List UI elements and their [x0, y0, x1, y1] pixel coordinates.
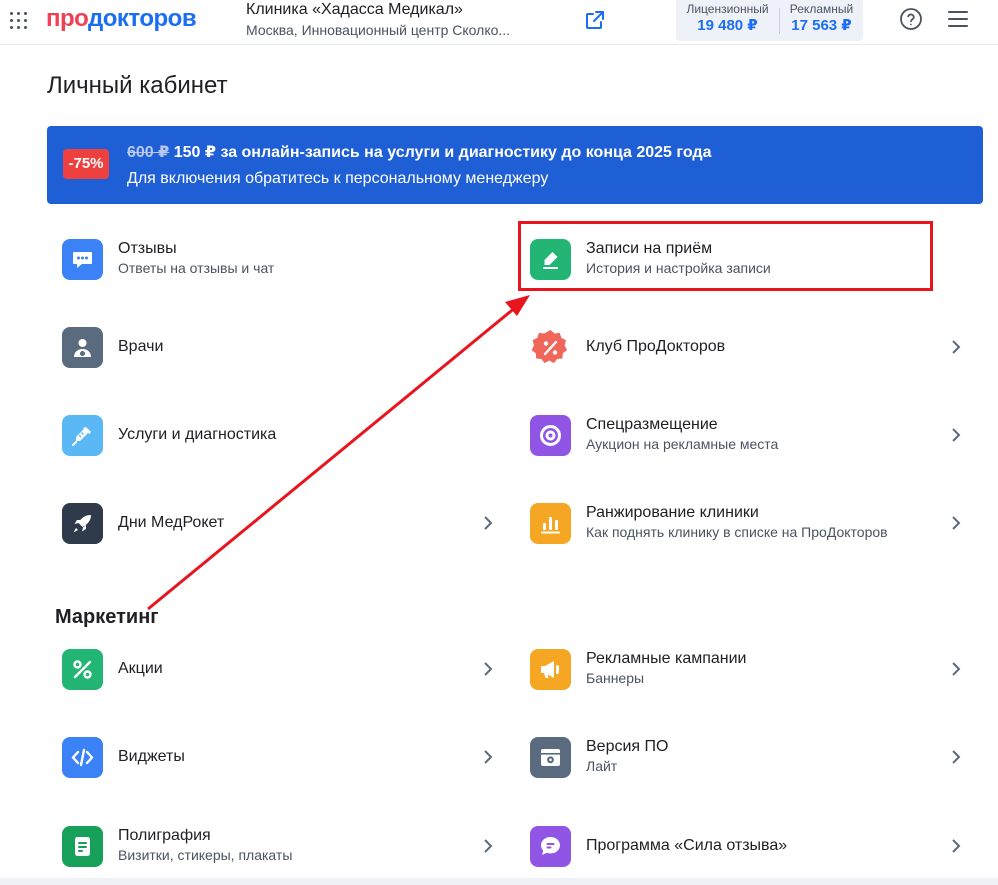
- top-header: продокторов Клиника «Хадасса Медикал» Мо…: [0, 0, 998, 45]
- hamburger-menu-icon[interactable]: [948, 10, 968, 28]
- item-subtitle: Аукцион на рекламные места: [586, 436, 779, 452]
- logo-part1: про: [46, 5, 89, 32]
- megaphone-icon: [530, 649, 571, 690]
- chevron-right-icon: [952, 428, 961, 442]
- menu-item-ranking[interactable]: Ранжирование клиники Как поднять клинику…: [530, 493, 966, 553]
- bar-chart-icon: [530, 503, 571, 544]
- item-title: Спецразмещение: [586, 416, 718, 433]
- item-title: Услуги и диагностика: [118, 426, 277, 443]
- clinic-address: Москва, Инновационный центр Сколко...: [246, 22, 511, 38]
- chevron-right-icon: [952, 839, 961, 853]
- menu-item-widgets[interactable]: Виджеты: [62, 727, 498, 787]
- syringe-icon: [62, 415, 103, 456]
- promo-banner[interactable]: -75% 600 ₽ 150 ₽ за онлайн-запись на усл…: [47, 126, 983, 204]
- license-balance: Лицензионный 19 480 ₽: [676, 2, 779, 36]
- item-title: Дни МедРокет: [118, 514, 225, 531]
- item-title: Виджеты: [118, 748, 185, 765]
- item-subtitle: Баннеры: [586, 670, 645, 686]
- item-title: Рекламные кампании: [586, 650, 747, 667]
- document-icon: [62, 826, 103, 867]
- speech-bubble-icon: [530, 826, 571, 867]
- item-title: Полиграфия: [118, 827, 211, 844]
- rocket-icon: [62, 503, 103, 544]
- section-title-marketing: Маркетинг: [55, 606, 159, 628]
- menu-item-feedback-power[interactable]: Программа «Сила отзыва»: [530, 816, 966, 876]
- item-subtitle: Визитки, стикеры, плакаты: [118, 847, 293, 863]
- chevron-right-icon: [952, 750, 961, 764]
- external-link-icon[interactable]: [584, 9, 606, 31]
- menu-item-special-placement[interactable]: Спецразмещение Аукцион на рекламные мест…: [530, 405, 966, 465]
- item-title: Врачи: [118, 338, 164, 355]
- code-icon: [62, 737, 103, 778]
- ads-balance: Рекламный 17 563 ₽: [780, 2, 863, 36]
- page-title: Личный кабинет: [47, 72, 228, 99]
- banner-subtext: Для включения обратитесь к персональному…: [127, 170, 549, 187]
- item-subtitle: Как поднять клинику в списке на ПроДокто…: [586, 524, 888, 540]
- discount-badge-icon: [530, 327, 571, 368]
- target-icon: [530, 415, 571, 456]
- menu-item-printing[interactable]: Полиграфия Визитки, стикеры, плакаты: [62, 816, 498, 876]
- help-icon[interactable]: [899, 7, 923, 31]
- bottom-strip: [0, 878, 998, 885]
- item-title: Программа «Сила отзыва»: [586, 837, 788, 854]
- item-title: Отзывы: [118, 240, 177, 257]
- annotation-highlight-box: [518, 221, 933, 291]
- item-title: Ранжирование клиники: [586, 504, 759, 521]
- clinic-name[interactable]: Клиника «Хадасса Медикал»: [246, 1, 463, 19]
- item-subtitle: Лайт: [586, 758, 618, 774]
- banner-headline-text: 150 ₽ за онлайн-запись на услуги и диагн…: [169, 144, 712, 161]
- chevron-right-icon: [952, 662, 961, 676]
- menu-item-promos[interactable]: Акции: [62, 639, 498, 699]
- menu-item-services[interactable]: Услуги и диагностика: [62, 405, 498, 465]
- apps-grid-icon[interactable]: [8, 10, 28, 30]
- item-title: Версия ПО: [586, 738, 669, 755]
- chevron-right-icon: [484, 839, 493, 853]
- logo[interactable]: продокторов: [46, 5, 197, 32]
- menu-item-doctors[interactable]: Врачи: [62, 317, 498, 377]
- doctor-icon: [62, 327, 103, 368]
- menu-item-software-version[interactable]: Версия ПО Лайт: [530, 727, 966, 787]
- percent-icon: [62, 649, 103, 690]
- settings-window-icon: [530, 737, 571, 778]
- chevron-right-icon: [484, 662, 493, 676]
- menu-item-campaigns[interactable]: Рекламные кампании Баннеры: [530, 639, 966, 699]
- chevron-right-icon: [484, 750, 493, 764]
- old-price: 600 ₽: [127, 144, 170, 161]
- logo-part2: докторов: [88, 5, 197, 32]
- license-value: 19 480 ₽: [697, 17, 758, 34]
- license-label: Лицензионный: [686, 2, 769, 16]
- ads-value: 17 563 ₽: [791, 17, 852, 34]
- ads-label: Рекламный: [789, 2, 854, 16]
- menu-item-club[interactable]: Клуб ПроДокторов: [530, 317, 966, 377]
- item-title: Акции: [118, 660, 163, 677]
- balances-panel[interactable]: Лицензионный 19 480 ₽ Рекламный 17 563 ₽: [676, 0, 863, 41]
- chevron-right-icon: [952, 516, 961, 530]
- discount-badge: -75%: [63, 149, 109, 179]
- chevron-right-icon: [484, 516, 493, 530]
- banner-headline: 600 ₽ 150 ₽ за онлайн-запись на услуги и…: [127, 143, 711, 163]
- menu-item-reviews[interactable]: Отзывы Ответы на отзывы и чат: [62, 229, 498, 289]
- item-subtitle: Ответы на отзывы и чат: [118, 260, 275, 276]
- chevron-right-icon: [952, 340, 961, 354]
- item-title: Клуб ПроДокторов: [586, 338, 726, 355]
- chat-icon: [62, 239, 103, 280]
- menu-item-medrocket[interactable]: Дни МедРокет: [62, 493, 498, 553]
